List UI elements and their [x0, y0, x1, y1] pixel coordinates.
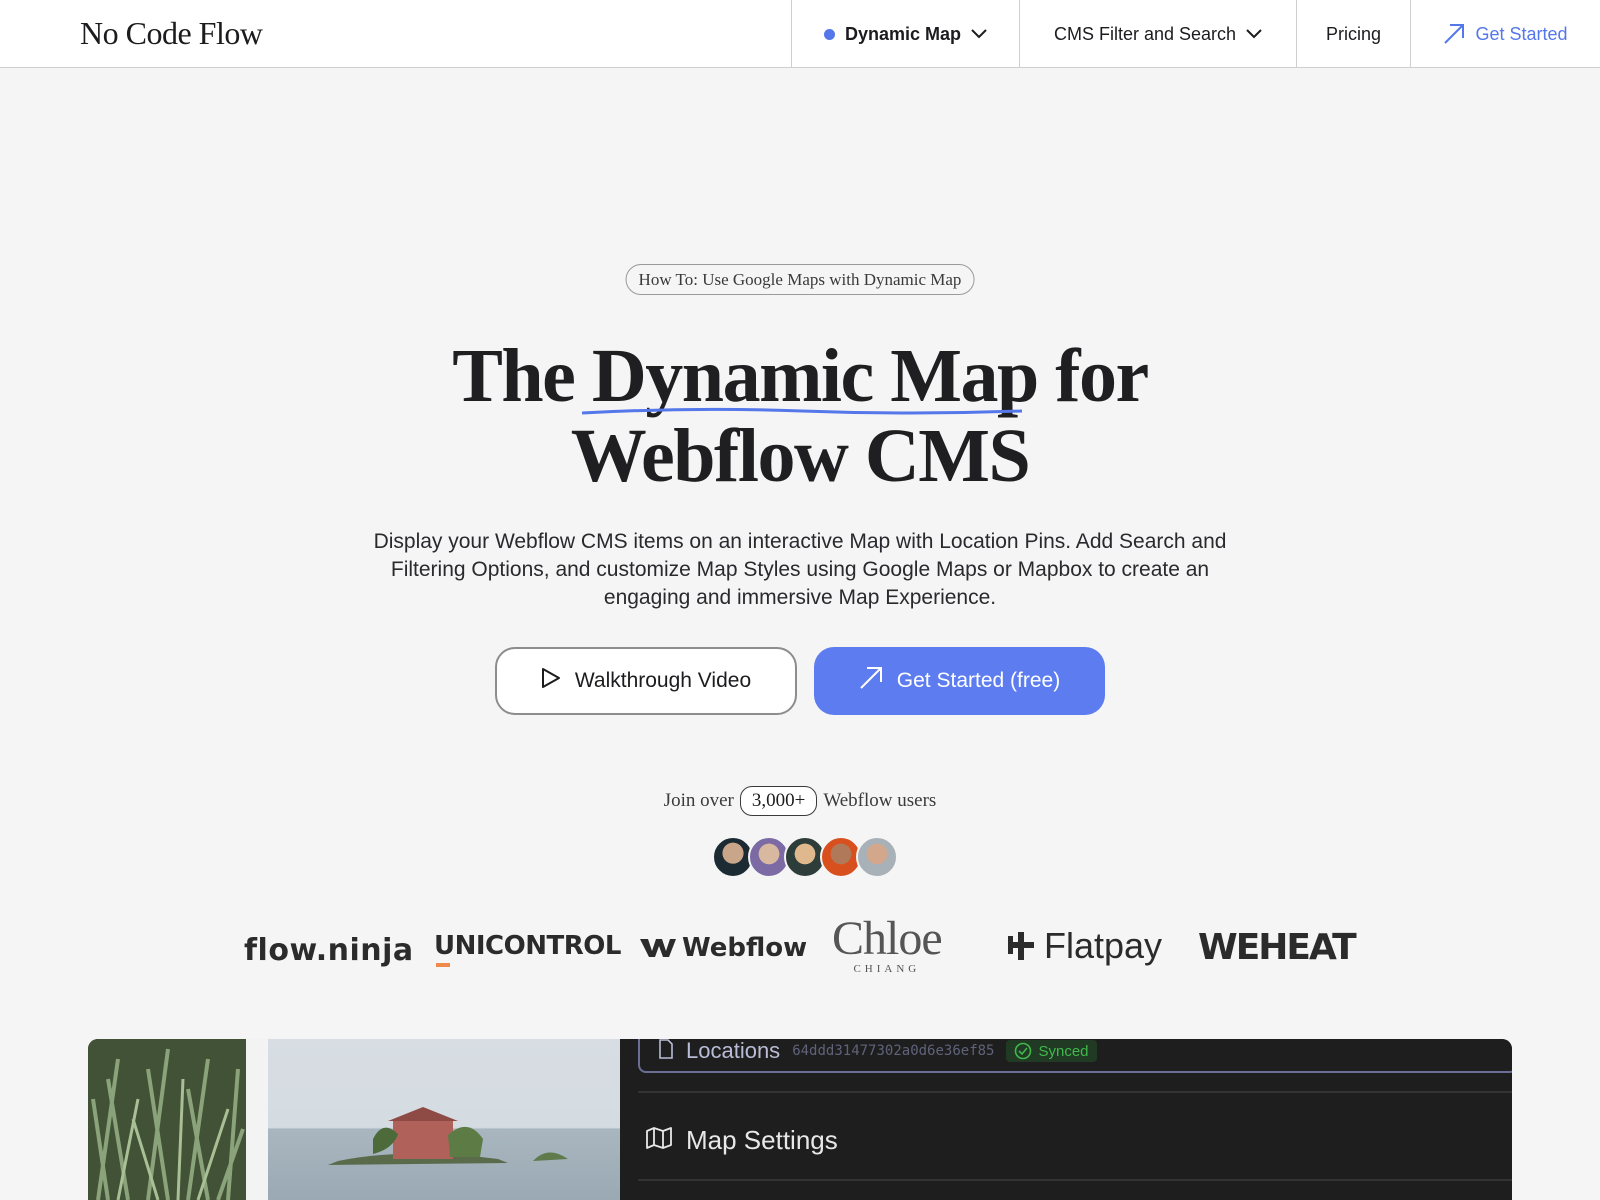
headline-post: for: [1037, 334, 1149, 418]
flatpay-logo-text: Flatpay: [1044, 925, 1163, 966]
join-post: Webflow users: [823, 790, 937, 811]
play-icon: [541, 667, 561, 695]
panel-divider: [638, 1091, 1512, 1093]
map-icon: [646, 1125, 672, 1156]
webflow-w-icon: [640, 939, 676, 957]
check-circle-icon: [1015, 1042, 1032, 1060]
nav-get-started[interactable]: Get Started: [1410, 0, 1600, 68]
chevron-down-icon: [1246, 29, 1262, 39]
underline-squiggle-icon: [581, 407, 1022, 415]
walkthrough-video-label: Walkthrough Video: [574, 669, 752, 692]
nav-pricing[interactable]: Pricing: [1296, 0, 1410, 68]
chloe-chiang-logo: Chloe CHIANG: [832, 912, 943, 976]
plants-image: [88, 1039, 246, 1200]
collection-id: 64ddd31477302a0d6e36ef85: [792, 1043, 995, 1059]
join-pre: Join over: [663, 790, 734, 811]
avatar: [856, 836, 898, 878]
product-preview: Locations 64ddd31477302a0d6e36ef85 Synce…: [88, 1039, 1512, 1200]
nav-cms-filter-label: CMS Filter and Search: [1053, 23, 1237, 44]
locations-collection-row[interactable]: Locations 64ddd31477302a0d6e36ef85 Synce…: [638, 1039, 1512, 1073]
active-dot-icon: [823, 28, 835, 40]
user-avatars: [712, 836, 898, 878]
document-icon: [658, 1039, 674, 1064]
lake-island-image: [268, 1039, 620, 1200]
map-settings-section[interactable]: Map Settings: [646, 1125, 838, 1156]
headline-line2: Webflow CMS: [570, 414, 1031, 498]
how-to-pill-link[interactable]: How To: Use Google Maps with Dynamic Map: [625, 264, 975, 295]
arrow-up-right-icon: [859, 666, 883, 696]
flow-ninja-logo: flow.ninja: [244, 933, 414, 968]
arrow-up-right-icon: [1443, 23, 1465, 45]
panel-divider: [638, 1179, 1512, 1181]
headline-highlight: Dynamic Map: [581, 336, 1039, 416]
hero-headline: The Dynamic Map for Webflow CMS: [0, 336, 1600, 496]
social-proof: Join over 3,000+ Webflow users: [0, 786, 1600, 816]
unicontrol-logo-text: UNICONTROL: [434, 931, 621, 961]
nav-dynamic-map-label: Dynamic Map: [844, 23, 962, 44]
customer-logos: flow.ninja UNICONTROL Webflow Chloe CHIA…: [0, 915, 1600, 985]
weheat-logo: WEHEAT: [1198, 927, 1357, 968]
flatpay-logo: Flatpay: [1008, 925, 1162, 967]
chiang-logo-text: CHIANG: [853, 963, 921, 975]
cms-settings-panel: Locations 64ddd31477302a0d6e36ef85 Synce…: [620, 1039, 1512, 1200]
webflow-logo: Webflow: [640, 933, 807, 963]
unicontrol-logo: UNICONTROL: [434, 931, 621, 967]
nav-dynamic-map[interactable]: Dynamic Map: [791, 0, 1019, 68]
unicontrol-accent-bar: [436, 963, 450, 967]
chloe-logo-text: Chloe: [832, 912, 943, 965]
hero-subtitle: Display your Webflow CMS items on an int…: [373, 530, 1227, 609]
walkthrough-video-button[interactable]: Walkthrough Video: [495, 647, 797, 715]
image-gap: [246, 1039, 268, 1200]
nav-pricing-label: Pricing: [1325, 23, 1382, 44]
nav-cms-filter[interactable]: CMS Filter and Search: [1019, 0, 1296, 68]
site-header: No Code Flow Dynamic Map CMS Filter and …: [0, 0, 1600, 68]
synced-status-label: Synced: [1038, 1042, 1089, 1060]
synced-status-badge: Synced: [1006, 1040, 1097, 1062]
chevron-down-icon: [971, 29, 987, 39]
get-started-free-button[interactable]: Get Started (free): [814, 647, 1105, 715]
collection-name: Locations: [686, 1039, 781, 1063]
site-logo[interactable]: No Code Flow: [80, 15, 263, 52]
map-settings-label: Map Settings: [686, 1125, 838, 1155]
user-count-badge: 3,000+: [739, 786, 818, 816]
nav-get-started-label: Get Started: [1475, 23, 1568, 44]
webflow-logo-text: Webflow: [682, 933, 808, 963]
flatpay-mark-icon: [1008, 932, 1034, 960]
get-started-free-label: Get Started (free): [896, 669, 1061, 692]
headline-pre: The: [452, 334, 592, 418]
main-nav: Dynamic Map CMS Filter and Search Pricin…: [791, 0, 1600, 68]
